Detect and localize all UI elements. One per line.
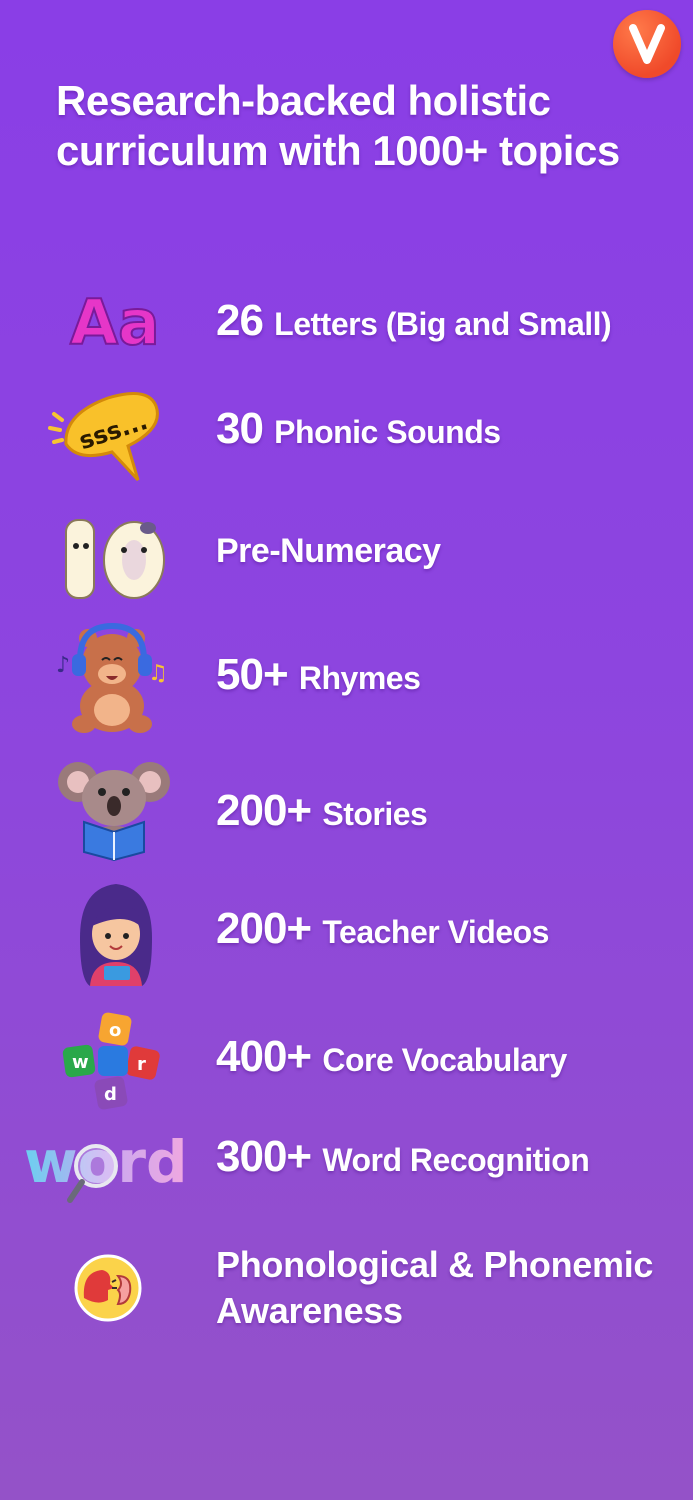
page-title: Research-backed holistic curriculum with… <box>56 76 686 176</box>
topic-text-line-2: Awareness <box>216 1290 403 1331</box>
title-line-1: Research-backed holistic <box>56 77 551 124</box>
koala-reading-icon <box>56 752 172 862</box>
brand-logo-icon <box>613 10 681 78</box>
topic-count: 300+ <box>216 1132 323 1181</box>
topic-label: Phonological & Phonemic Awareness <box>216 1242 653 1334</box>
topic-count: 200+ <box>216 786 323 835</box>
topic-row-core-vocabulary: o w r d 400+ Core Vocabulary <box>0 1008 693 1118</box>
puzzle-letter: d <box>104 1084 117 1105</box>
topic-row-word-recognition: word 300+ Word Recognition <box>0 1128 693 1218</box>
topic-text: Core Vocabulary <box>322 1042 567 1078</box>
topic-text: Rhymes <box>298 660 421 696</box>
number-ten-icon <box>60 512 168 602</box>
topic-count: 400+ <box>216 1032 323 1081</box>
topic-text: Pre-Numeracy <box>216 532 441 570</box>
teacher-girl-icon <box>74 882 158 992</box>
topic-text: Word Recognition <box>322 1142 590 1178</box>
topic-text: Letters (Big and Small) <box>274 306 612 342</box>
topic-text: Phonic Sounds <box>274 414 501 450</box>
topic-text-line-1: Phonological & Phonemic <box>216 1244 654 1285</box>
puzzle-letter: o <box>109 1020 121 1041</box>
topic-row-rhymes: ♪ ♫ 50+ Rhymes <box>0 618 693 738</box>
speech-bubble-sss-icon: sss... <box>48 384 163 488</box>
topic-row-phonological-awareness: Phonological & Phonemic Awareness <box>0 1240 693 1340</box>
topic-row-phonic-sounds: sss... 30 Phonic Sounds <box>0 380 693 490</box>
topic-count: 200+ <box>216 904 323 953</box>
topic-label: 200+ Stories <box>216 786 428 836</box>
topic-text: Teacher Videos <box>322 914 549 950</box>
topic-text: Stories <box>322 796 428 832</box>
topic-count: 26 <box>216 296 275 345</box>
word-puzzle-icon: o w r d <box>60 1010 164 1114</box>
topic-row-letters: Aa 26 Letters (Big and Small) <box>0 280 693 370</box>
puzzle-letter: w <box>72 1052 89 1073</box>
topic-count: 30 <box>216 404 275 453</box>
letters-aa-icon: Aa <box>68 284 161 360</box>
topic-label: 400+ Core Vocabulary <box>216 1032 567 1082</box>
topic-row-teacher-videos: 200+ Teacher Videos <box>0 880 693 995</box>
topic-count: 50+ <box>216 650 299 699</box>
title-line-2: curriculum with 1000+ topics <box>56 127 620 174</box>
puzzle-letter: r <box>137 1054 146 1075</box>
letters-aa-text: Aa <box>70 286 160 359</box>
topic-row-stories: 200+ Stories <box>0 752 693 862</box>
word-magnifier-icon: word <box>24 1128 190 1210</box>
bear-headphones-icon: ♪ ♫ <box>56 620 168 734</box>
topic-row-pre-numeracy: Pre-Numeracy <box>0 510 693 605</box>
svg-text:♪: ♪ <box>56 653 70 678</box>
speaking-ear-icon <box>74 1254 142 1322</box>
topic-label: 30 Phonic Sounds <box>216 404 501 454</box>
topic-label: 50+ Rhymes <box>216 650 421 700</box>
topic-label: 200+ Teacher Videos <box>216 904 549 954</box>
topic-label: 300+ Word Recognition <box>216 1132 590 1182</box>
topic-label: 26 Letters (Big and Small) <box>216 296 612 346</box>
